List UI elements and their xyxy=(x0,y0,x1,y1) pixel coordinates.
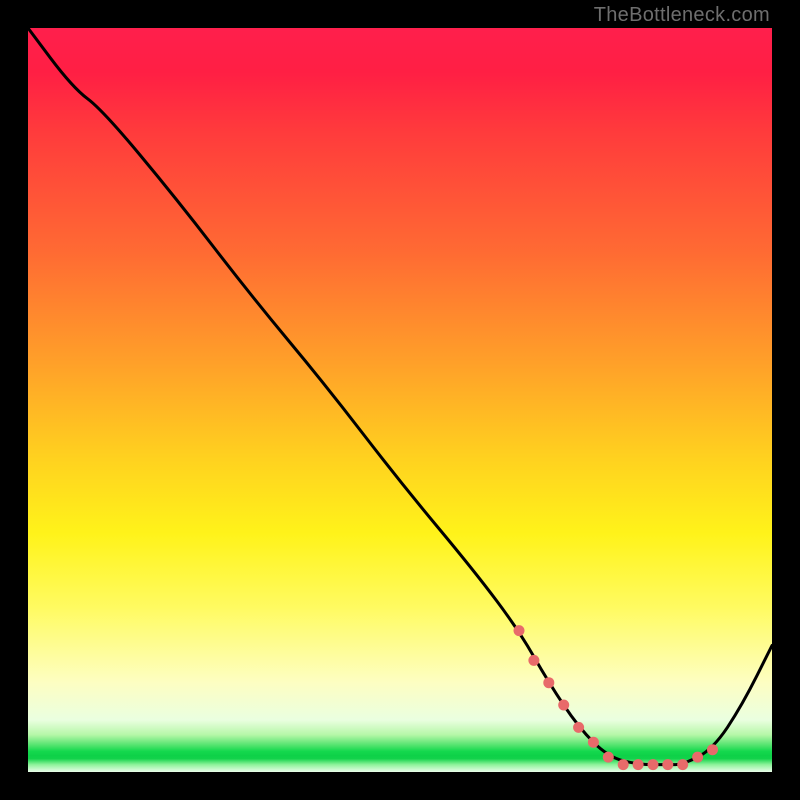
plot-area xyxy=(28,28,772,772)
chart-svg xyxy=(28,28,772,772)
highlight-dot xyxy=(648,759,659,770)
highlight-dot xyxy=(543,677,554,688)
highlight-dot xyxy=(662,759,673,770)
highlight-dot xyxy=(633,759,644,770)
curve-layer xyxy=(28,28,772,765)
highlight-dot xyxy=(528,655,539,666)
highlight-dot xyxy=(677,759,688,770)
watermark-text: TheBottleneck.com xyxy=(594,4,770,27)
highlight-dot xyxy=(603,752,614,763)
highlight-dot xyxy=(514,625,525,636)
dots-layer xyxy=(514,625,719,770)
highlight-dot xyxy=(618,759,629,770)
bottleneck-curve-path xyxy=(28,28,772,765)
highlight-dot xyxy=(692,752,703,763)
chart-stage: TheBottleneck.com xyxy=(0,0,800,800)
highlight-dot xyxy=(573,722,584,733)
highlight-dot xyxy=(558,700,569,711)
highlight-dot xyxy=(588,737,599,748)
highlight-dot xyxy=(707,744,718,755)
